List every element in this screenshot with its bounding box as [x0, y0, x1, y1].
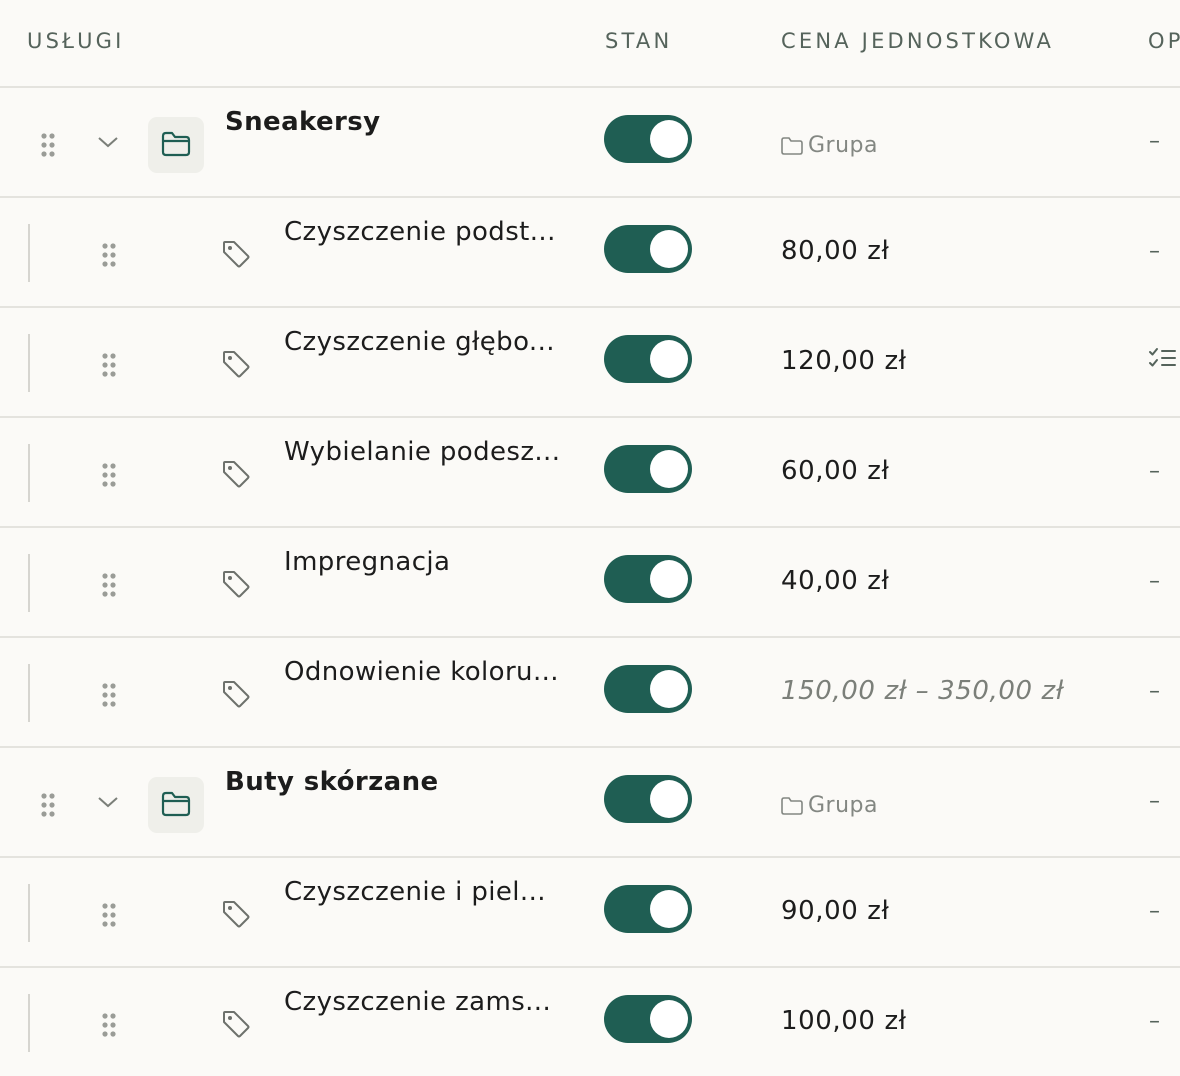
group-row-buty-skorzane: Buty skórzane Grupa –: [0, 748, 1180, 858]
group-row-sneakersy: Sneakersy Grupa –: [0, 88, 1180, 198]
options-value: –: [1149, 459, 1160, 484]
drag-handle-icon[interactable]: [102, 243, 116, 267]
tree-line: [28, 994, 30, 1052]
service-name[interactable]: Impregnacja: [284, 547, 450, 577]
group-price-label: Grupa: [781, 793, 878, 818]
group-price-label: Grupa: [781, 133, 878, 158]
toggle-knob: [650, 670, 688, 708]
unit-price-range: 150,00 zł – 350,00 zł: [781, 676, 1064, 706]
folder-icon: [148, 777, 204, 833]
service-row: Czyszczenie podst... 80,00 zł –: [0, 198, 1180, 308]
drag-handle-icon[interactable]: [41, 133, 55, 157]
drag-handle-icon[interactable]: [102, 1013, 116, 1037]
service-row: Czyszczenie zams... 100,00 zł –: [0, 968, 1180, 1076]
toggle-knob: [650, 340, 688, 378]
service-row: Odnowienie koloru... 150,00 zł – 350,00 …: [0, 638, 1180, 748]
tree-line: [28, 224, 30, 282]
options-value: –: [1149, 129, 1160, 154]
column-header-options: OP: [1148, 29, 1180, 53]
tag-icon: [221, 569, 251, 599]
drag-handle-icon[interactable]: [102, 353, 116, 377]
drag-handle-icon[interactable]: [102, 683, 116, 707]
unit-price: 40,00 zł: [781, 566, 890, 596]
group-name[interactable]: Buty skórzane: [225, 767, 439, 797]
service-row: Impregnacja 40,00 zł –: [0, 528, 1180, 638]
tag-icon: [221, 349, 251, 379]
folder-icon: [148, 117, 204, 173]
options-value: –: [1149, 1009, 1160, 1034]
status-toggle[interactable]: [604, 995, 692, 1043]
service-row: Wybielanie podesz... 60,00 zł –: [0, 418, 1180, 528]
service-name[interactable]: Czyszczenie zams...: [284, 987, 551, 1017]
toggle-knob: [650, 890, 688, 928]
unit-price: 80,00 zł: [781, 236, 890, 266]
tag-icon: [221, 679, 251, 709]
drag-handle-icon[interactable]: [102, 903, 116, 927]
status-toggle[interactable]: [604, 775, 692, 823]
drag-handle-icon[interactable]: [102, 573, 116, 597]
status-toggle[interactable]: [604, 885, 692, 933]
tree-line: [28, 444, 30, 502]
options-value: –: [1149, 239, 1160, 264]
tag-icon: [221, 239, 251, 269]
service-name[interactable]: Wybielanie podesz...: [284, 437, 560, 467]
column-header-services: USŁUGI: [27, 29, 125, 53]
status-toggle[interactable]: [604, 665, 692, 713]
folder-outline-icon: [781, 797, 803, 815]
tag-icon: [221, 459, 251, 489]
unit-price: 100,00 zł: [781, 1006, 907, 1036]
unit-price: 120,00 zł: [781, 346, 907, 376]
tree-line: [28, 664, 30, 722]
status-toggle[interactable]: [604, 335, 692, 383]
table-header: USŁUGI STAN CENA JEDNOSTKOWA OP: [0, 0, 1180, 88]
tag-icon: [221, 899, 251, 929]
toggle-knob: [650, 120, 688, 158]
service-name[interactable]: Czyszczenie głębo...: [284, 327, 555, 357]
drag-handle-icon[interactable]: [102, 463, 116, 487]
chevron-down-icon[interactable]: [97, 795, 119, 809]
chevron-down-icon[interactable]: [97, 135, 119, 149]
service-name[interactable]: Odnowienie koloru...: [284, 657, 559, 687]
service-name[interactable]: Czyszczenie i piel...: [284, 877, 546, 907]
toggle-knob: [650, 1000, 688, 1038]
options-value: –: [1149, 789, 1160, 814]
column-header-state: STAN: [605, 29, 673, 53]
tree-line: [28, 334, 30, 392]
tag-icon: [221, 1009, 251, 1039]
service-row: Czyszczenie głębo... 120,00 zł: [0, 308, 1180, 418]
options-value: –: [1149, 679, 1160, 704]
folder-outline-icon: [781, 137, 803, 155]
options-value: –: [1149, 899, 1160, 924]
toggle-knob: [650, 230, 688, 268]
service-name[interactable]: Czyszczenie podst...: [284, 217, 556, 247]
service-row: Czyszczenie i piel... 90,00 zł –: [0, 858, 1180, 968]
tree-line: [28, 884, 30, 942]
column-header-unit-price: CENA JEDNOSTKOWA: [781, 29, 1055, 53]
drag-handle-icon[interactable]: [41, 793, 55, 817]
tree-line: [28, 554, 30, 612]
checklist-icon[interactable]: [1148, 347, 1176, 369]
unit-price: 90,00 zł: [781, 896, 890, 926]
options-value: –: [1149, 569, 1160, 594]
group-name[interactable]: Sneakersy: [225, 107, 381, 137]
status-toggle[interactable]: [604, 225, 692, 273]
status-toggle[interactable]: [604, 445, 692, 493]
status-toggle[interactable]: [604, 115, 692, 163]
unit-price: 60,00 zł: [781, 456, 890, 486]
toggle-knob: [650, 450, 688, 488]
status-toggle[interactable]: [604, 555, 692, 603]
toggle-knob: [650, 560, 688, 598]
toggle-knob: [650, 780, 688, 818]
